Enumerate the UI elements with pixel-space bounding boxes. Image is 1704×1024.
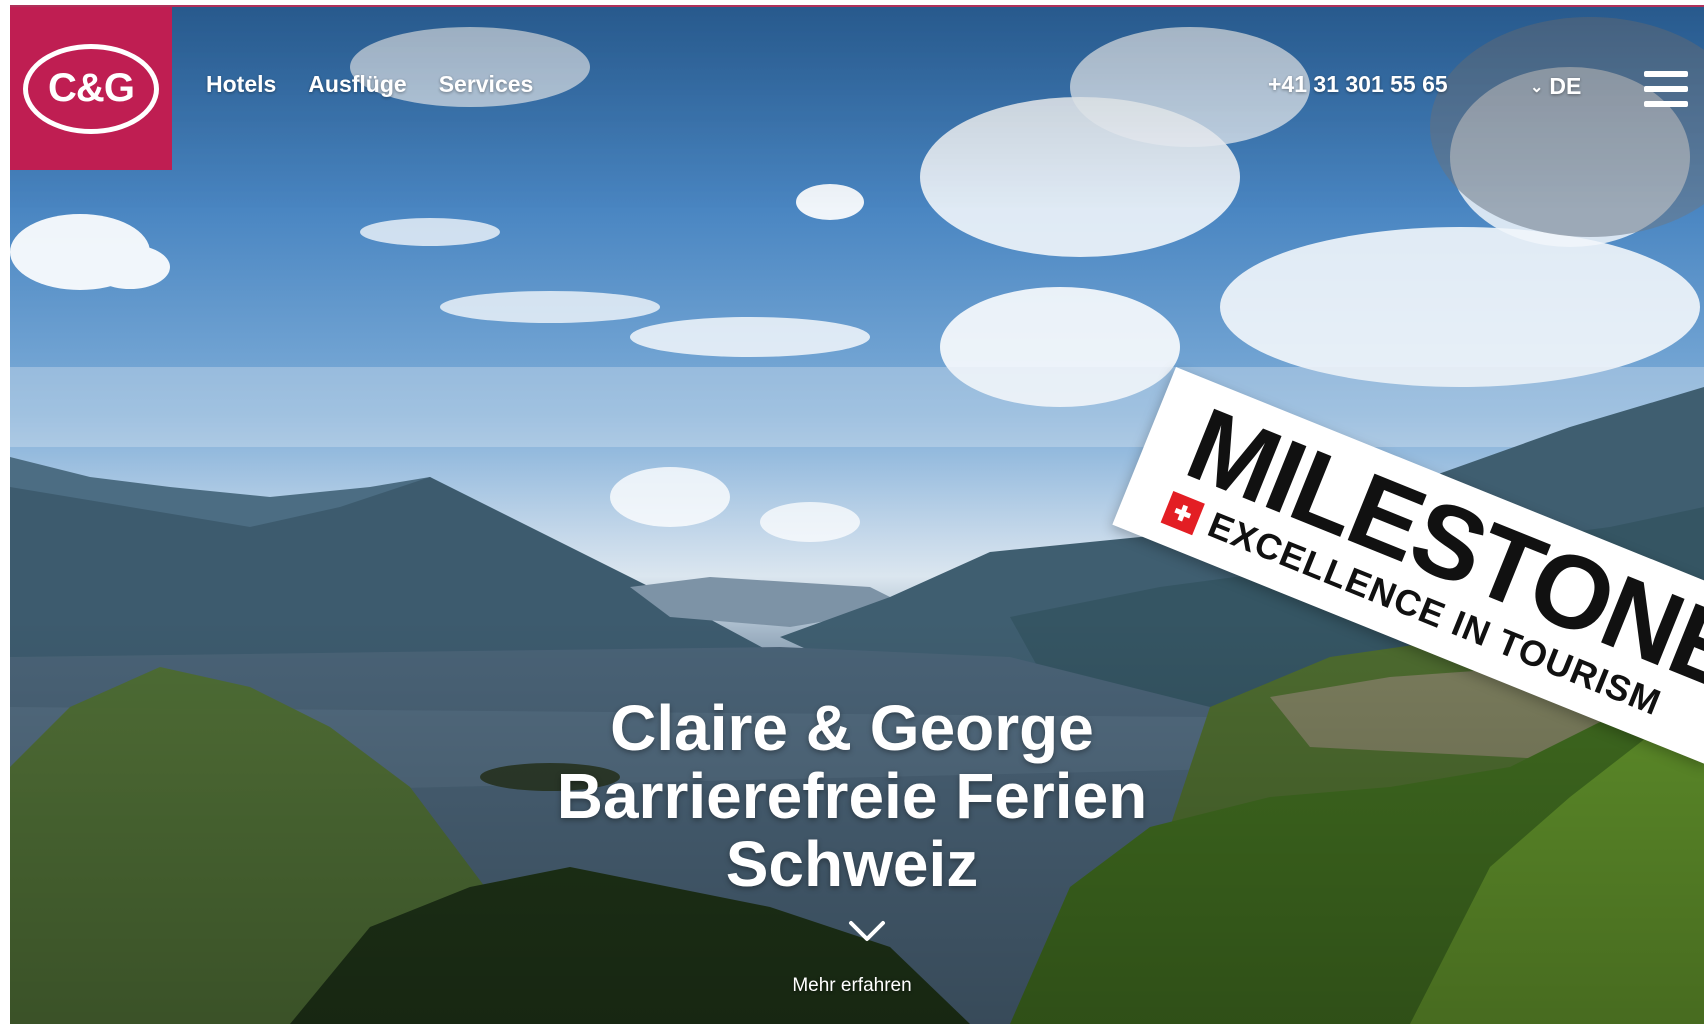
hero-line-3: Schweiz: [725, 828, 979, 900]
nav-item-services[interactable]: Services: [439, 71, 534, 98]
nav-item-hotels[interactable]: Hotels: [206, 71, 276, 98]
brand-logo-text: C&G: [23, 43, 159, 134]
language-label: DE: [1549, 73, 1582, 99]
brand-logo[interactable]: C&G: [10, 7, 172, 170]
hamburger-menu-button[interactable]: [1644, 71, 1688, 107]
nav-item-ausfluege[interactable]: Ausflüge: [308, 71, 406, 98]
main-nav: Hotels Ausflüge Services: [206, 71, 533, 98]
hamburger-icon-line: [1644, 86, 1688, 92]
hero-line-2: Barrierefreie Ferien: [556, 760, 1148, 832]
mehr-erfahren-link[interactable]: Mehr erfahren: [0, 975, 1704, 997]
phone-link[interactable]: +41 31 301 55 65: [1268, 71, 1448, 98]
language-selector[interactable]: ⌄ DE: [1530, 73, 1581, 100]
hero-heading: Claire & George Barrierefreie Ferien Sch…: [0, 694, 1704, 898]
chevron-down-icon[interactable]: [847, 918, 887, 944]
hamburger-icon-line: [1644, 71, 1688, 77]
chevron-down-icon: ⌄: [1530, 78, 1544, 96]
hamburger-icon-line: [1644, 101, 1688, 107]
hero-line-1: Claire & George: [610, 692, 1094, 764]
